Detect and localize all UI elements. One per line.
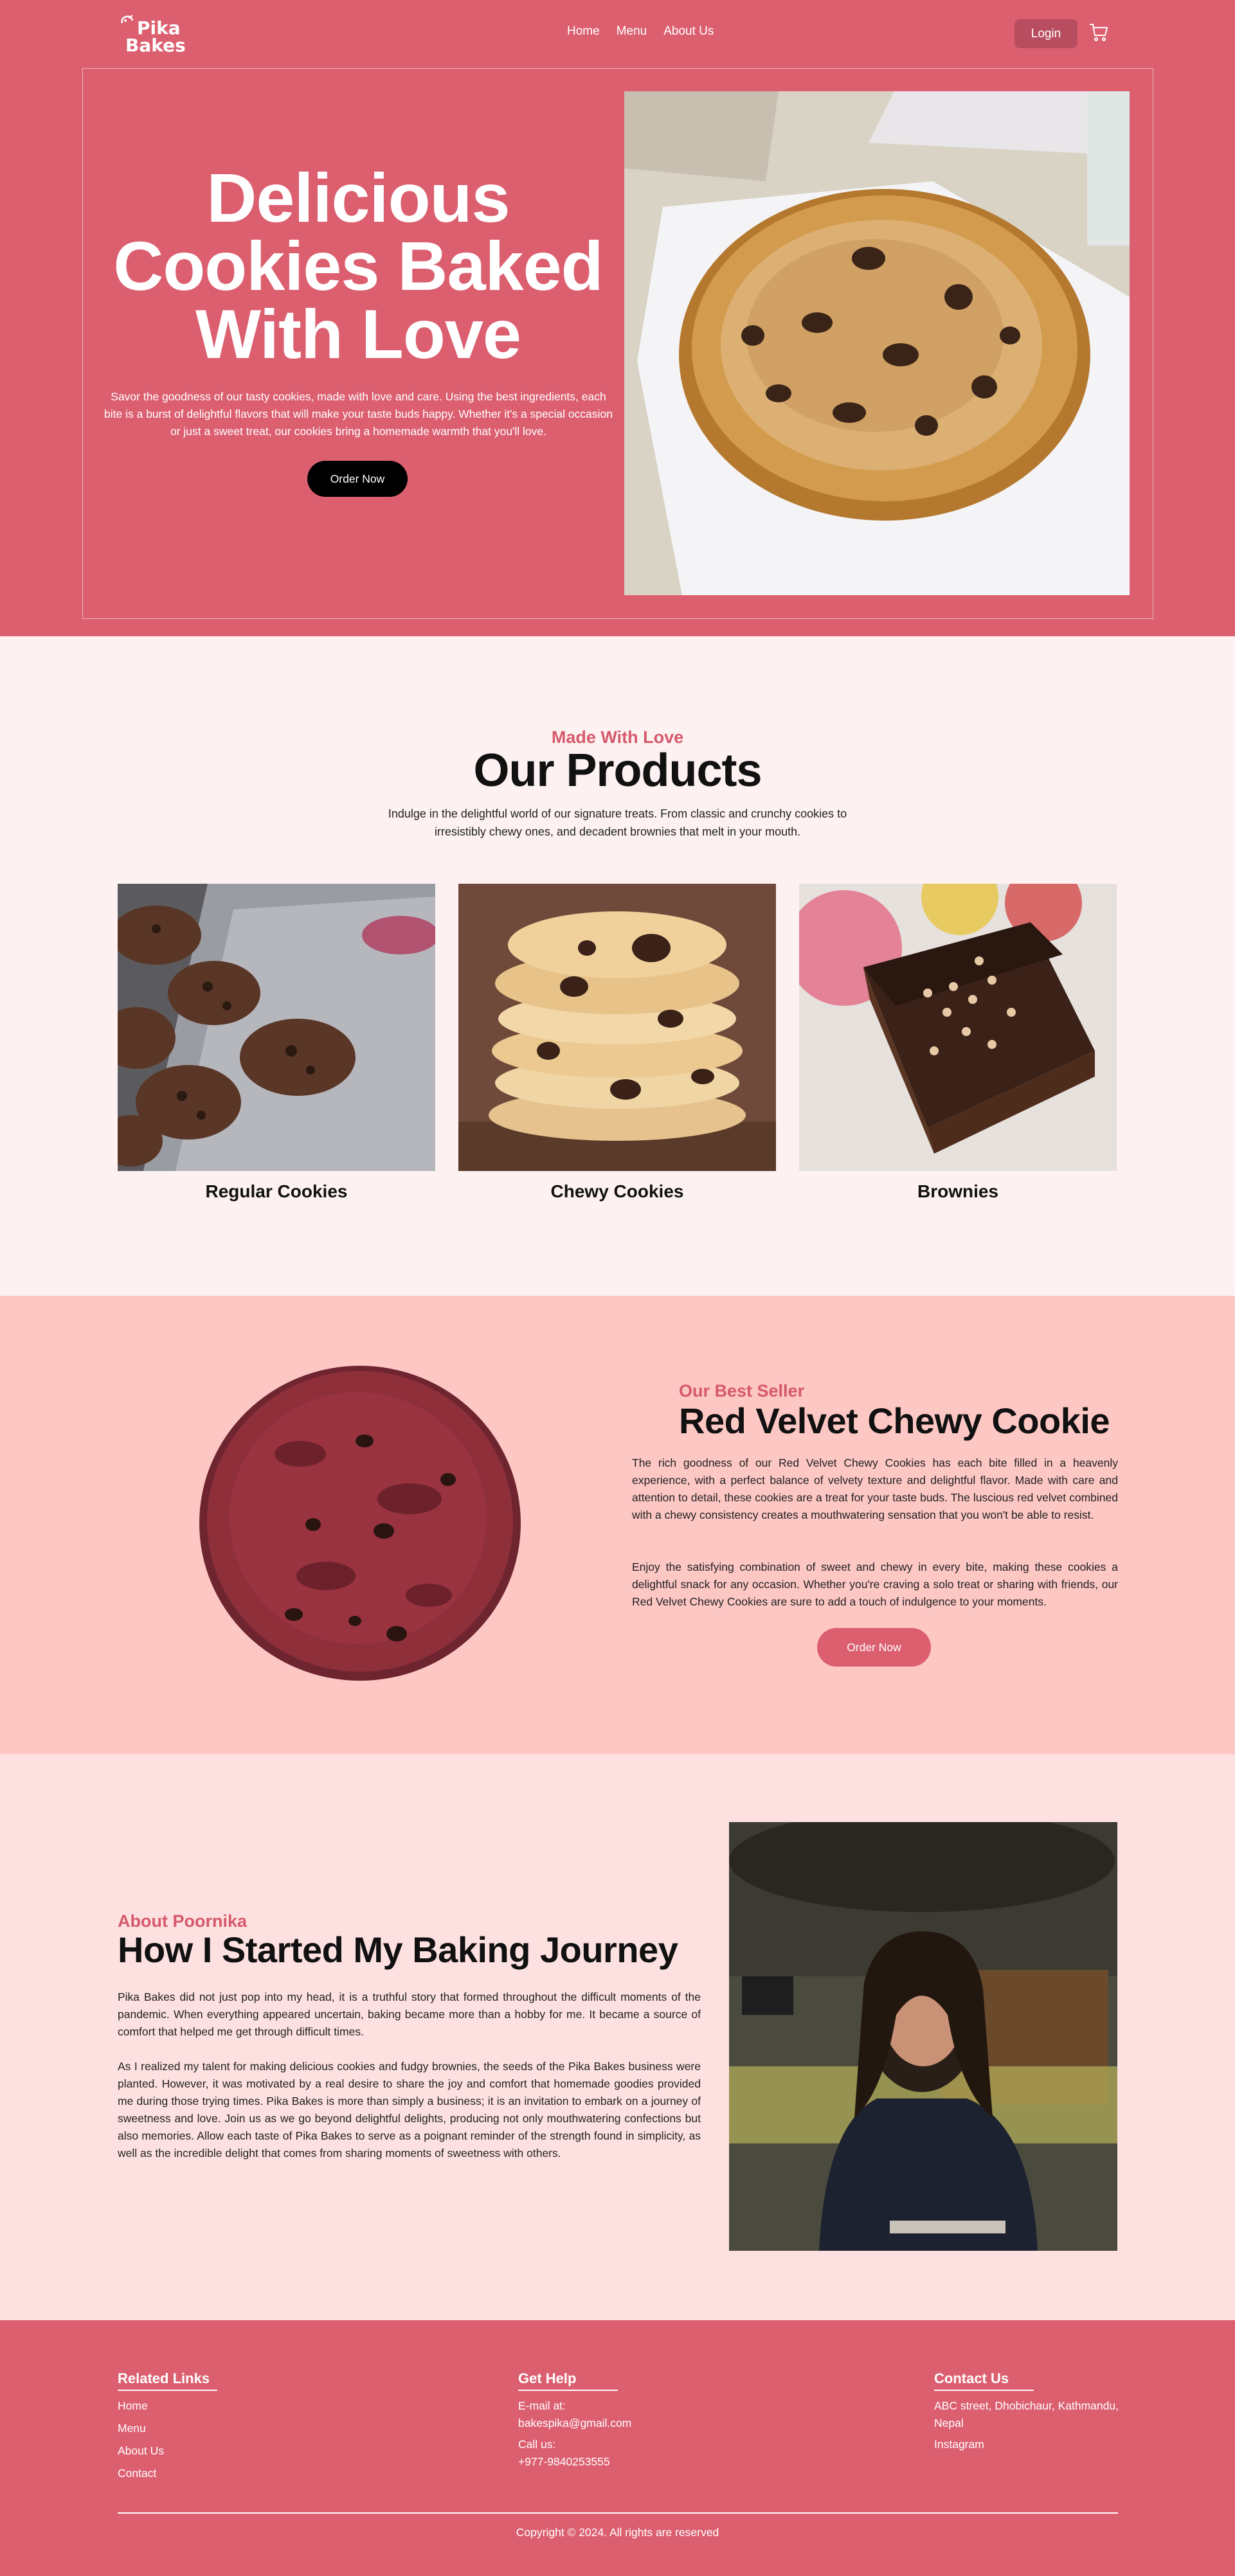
footer-phone[interactable]: +977-9840253555: [518, 2453, 631, 2471]
product-name-chewy: Chewy Cookies: [550, 1181, 684, 1201]
about-paragraph-2: As I realized my talent for making delic…: [118, 2060, 701, 2160]
best-seller-paragraph-2: Enjoy the satisfying combination of swee…: [632, 1561, 1118, 1608]
product-image-brownies: [799, 884, 1117, 1171]
products-section: Made With Love Our Products Indulge in t…: [0, 636, 1235, 1296]
product-card-regular[interactable]: Regular Cookies: [118, 884, 435, 1202]
product-image-regular-cookies: [118, 884, 435, 1171]
footer-link-home[interactable]: Home: [118, 2397, 217, 2415]
hero-section: Pika Bakes Home Menu About Us Login Deli…: [0, 0, 1235, 636]
footer-link-contact[interactable]: Contact: [118, 2465, 217, 2482]
footer-copyright: Copyright © 2024. All rights are reserve…: [516, 2526, 719, 2539]
footer: Related Links Home Menu About Us Contact…: [0, 2320, 1235, 2576]
footer-link-about[interactable]: About Us: [118, 2442, 217, 2460]
footer-related-title: Related Links: [118, 2370, 217, 2391]
footer-related-links: Related Links Home Menu About Us Contact: [118, 2370, 217, 2482]
best-seller-eyebrow: Our Best Seller: [679, 1381, 805, 1400]
product-card-brownies[interactable]: Brownies: [799, 884, 1117, 1202]
footer-email-label: E-mail at:: [518, 2399, 566, 2412]
best-seller-order-now-button[interactable]: Order Now: [817, 1628, 931, 1667]
best-seller-title: Red Velvet Chewy Cookie: [679, 1400, 1110, 1441]
nav-link-home[interactable]: Home: [567, 24, 600, 39]
hero-description: Savor the goodness of our tasty cookies,…: [104, 390, 613, 438]
hero-cookie-image: [624, 91, 1130, 595]
footer-call-label: Call us:: [518, 2438, 556, 2451]
about-title: How I Started My Baking Journey: [118, 1929, 678, 1970]
product-name-regular: Regular Cookies: [205, 1181, 348, 1201]
founder-photo: [729, 1822, 1117, 2251]
brand-name-line2: Bakes: [125, 35, 186, 56]
footer-email[interactable]: bakespika@gmail.com: [518, 2415, 631, 2432]
best-seller-section: Our Best Seller Red Velvet Chewy Cookie …: [0, 1296, 1235, 1754]
footer-get-help: Get Help E-mail at: bakespika@gmail.com …: [518, 2370, 631, 2471]
brand-logo[interactable]: Pika Bakes: [125, 17, 186, 56]
footer-link-menu[interactable]: Menu: [118, 2420, 217, 2437]
login-button[interactable]: Login: [1014, 19, 1077, 48]
hero-title: Delicious Cookies Baked With Love: [113, 159, 603, 373]
main-nav: Home Menu About Us: [567, 24, 714, 39]
nav-link-about[interactable]: About Us: [663, 24, 714, 39]
cart-icon[interactable]: [1088, 22, 1109, 46]
product-name-brownies: Brownies: [917, 1181, 999, 1201]
hero-order-now-button[interactable]: Order Now: [307, 461, 408, 497]
product-image-chewy-cookies: [458, 884, 776, 1171]
products-title: Our Products: [473, 745, 762, 796]
about-section: About Poornika How I Started My Baking J…: [0, 1754, 1235, 2320]
footer-divider: [118, 2512, 1118, 2514]
nav-link-menu[interactable]: Menu: [617, 24, 647, 39]
product-card-chewy[interactable]: Chewy Cookies: [458, 884, 776, 1202]
footer-instagram-link[interactable]: Instagram: [934, 2436, 1121, 2453]
red-velvet-cookie-image: [197, 1364, 523, 1685]
footer-contact-title: Contact Us: [934, 2370, 1034, 2391]
about-paragraph-1: Pika Bakes did not just pop into my head…: [118, 1990, 701, 2038]
brand-name-line1: Pika: [137, 17, 181, 39]
best-seller-paragraph-1: The rich goodness of our Red Velvet Chew…: [632, 1456, 1118, 1521]
footer-contact-us: Contact Us ABC street, Dhobichaur, Kathm…: [934, 2370, 1121, 2453]
footer-address: ABC street, Dhobichaur, Kathmandu, Nepal: [934, 2399, 1119, 2429]
products-description: Indulge in the delightful world of our s…: [388, 807, 847, 838]
footer-help-title: Get Help: [518, 2370, 618, 2391]
